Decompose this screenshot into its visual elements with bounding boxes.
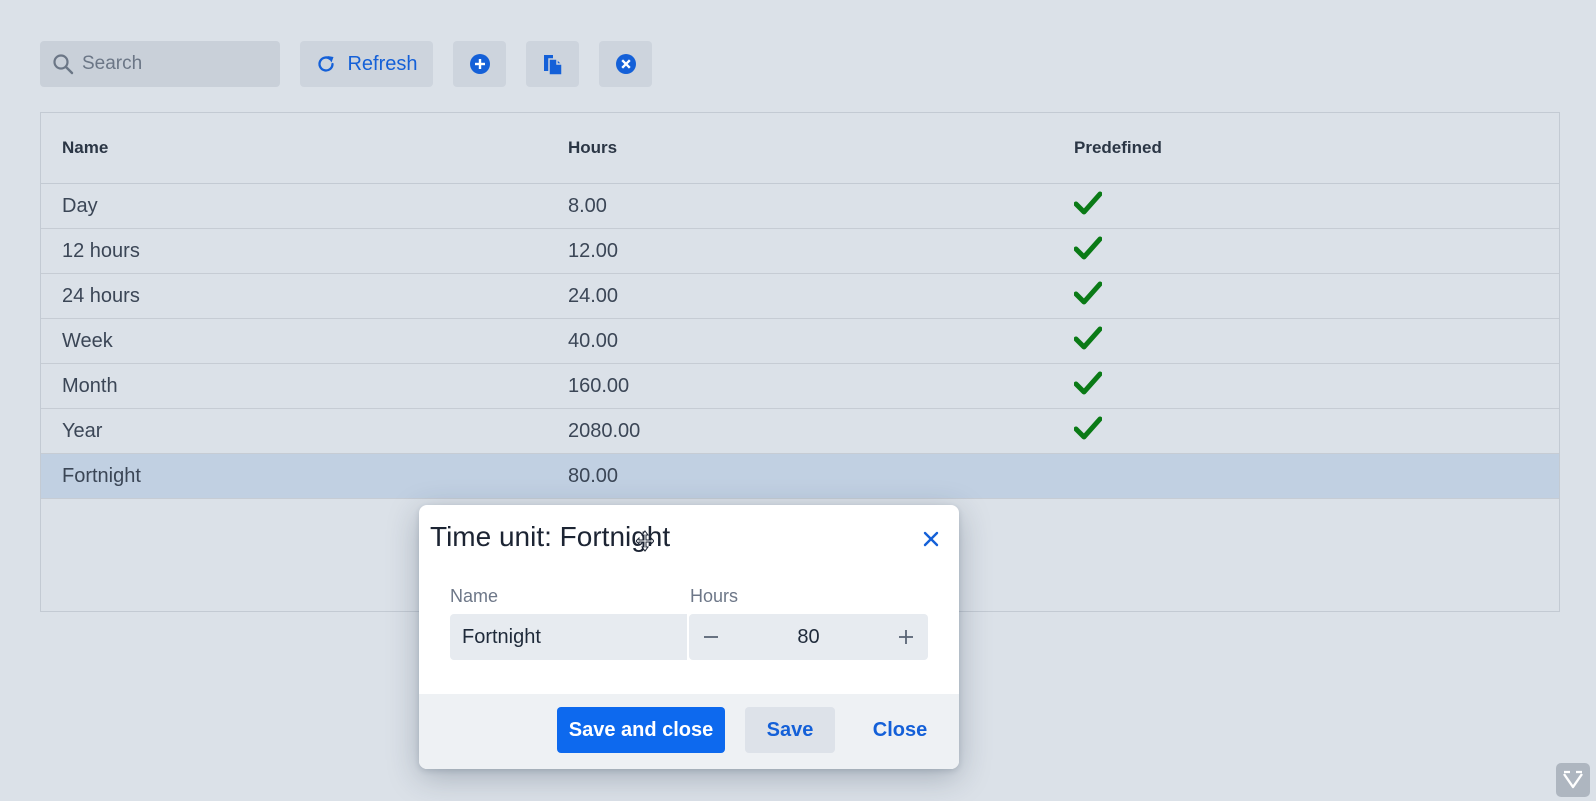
time-unit-dialog: Time unit: Fortnight Name Hours Fortnigh… — [419, 505, 959, 769]
checkmark-icon — [1074, 190, 1102, 216]
cell-name: Month — [62, 374, 118, 397]
hours-field-label: Hours — [690, 586, 739, 606]
checkmark-icon — [1074, 370, 1102, 396]
cell-name: Day — [62, 194, 98, 217]
move-cursor-icon — [635, 530, 655, 552]
cell-name: 24 hours — [62, 284, 140, 307]
column-header-name[interactable]: Name — [41, 138, 547, 158]
cell-predefined — [1053, 415, 1559, 447]
search-icon — [52, 53, 74, 75]
table-header: Name Hours Predefined — [41, 113, 1559, 184]
cell-predefined — [1053, 325, 1559, 357]
save-and-close-button[interactable]: Save and close — [557, 707, 725, 753]
table-row[interactable]: Year 2080.00 — [41, 409, 1559, 454]
checkmark-icon — [1074, 280, 1102, 306]
cell-name: Week — [62, 329, 113, 352]
dialog-title[interactable]: Time unit: Fortnight — [430, 521, 670, 553]
checkmark-icon — [1074, 325, 1102, 351]
search-input[interactable]: Search — [40, 41, 280, 87]
add-button[interactable] — [453, 41, 506, 87]
remove-button[interactable] — [599, 41, 652, 87]
cell-hours: 80.00 — [568, 464, 619, 487]
search-placeholder: Search — [82, 53, 143, 74]
dialog-close-button[interactable] — [919, 527, 943, 551]
cell-name: Year — [62, 419, 103, 442]
x-circle-icon — [615, 53, 637, 75]
save-button[interactable]: Save — [745, 707, 835, 753]
table-row[interactable]: Month 160.00 — [41, 364, 1559, 409]
cell-hours: 8.00 — [568, 194, 607, 217]
cell-predefined — [1053, 370, 1559, 402]
table-row[interactable]: Week 40.00 — [41, 319, 1559, 364]
cell-hours: 12.00 — [568, 239, 619, 262]
cell-predefined — [1053, 190, 1559, 222]
plus-icon — [898, 629, 914, 645]
copy-icon — [542, 53, 564, 75]
close-icon — [923, 531, 939, 547]
refresh-label: Refresh — [347, 52, 418, 75]
column-header-predefined[interactable]: Predefined — [1053, 138, 1559, 158]
hours-value[interactable]: 80 — [733, 626, 884, 649]
table-row[interactable]: 12 hours 12.00 — [41, 229, 1559, 274]
cell-hours: 40.00 — [568, 329, 619, 352]
dialog-footer: Save and close Save Close — [419, 694, 959, 769]
table-body: Day 8.00 12 hours 12.00 24 hours 24.00 Week 40.… — [41, 184, 1559, 499]
plus-circle-icon — [469, 53, 491, 75]
minus-icon — [703, 629, 719, 645]
cell-predefined — [1053, 235, 1559, 267]
refresh-button[interactable]: Refresh — [300, 41, 433, 87]
column-header-hours[interactable]: Hours — [547, 138, 1053, 158]
table-row[interactable]: 24 hours 24.00 — [41, 274, 1559, 319]
toolbar: Search Refresh — [40, 41, 652, 87]
cell-predefined — [1053, 280, 1559, 312]
cell-name: Fortnight — [62, 464, 141, 487]
checkmark-icon — [1074, 235, 1102, 261]
cell-name: 12 hours — [62, 239, 140, 262]
table-row[interactable]: Fortnight 80.00 — [41, 454, 1559, 499]
close-button[interactable]: Close — [855, 707, 945, 753]
name-field-value: Fortnight — [462, 625, 541, 648]
vaadin-logo-icon[interactable] — [1556, 763, 1590, 797]
name-field-label: Name — [450, 586, 499, 606]
cell-hours: 160.00 — [568, 374, 630, 397]
refresh-icon — [315, 53, 337, 75]
table-row[interactable]: Day 8.00 — [41, 184, 1559, 229]
hours-stepper[interactable]: 80 — [689, 614, 928, 660]
copy-button[interactable] — [526, 41, 579, 87]
increment-button[interactable] — [884, 614, 928, 660]
cell-hours: 2080.00 — [568, 419, 641, 442]
cell-hours: 24.00 — [568, 284, 619, 307]
name-field[interactable]: Fortnight — [450, 614, 687, 660]
checkmark-icon — [1074, 415, 1102, 441]
decrement-button[interactable] — [689, 614, 733, 660]
